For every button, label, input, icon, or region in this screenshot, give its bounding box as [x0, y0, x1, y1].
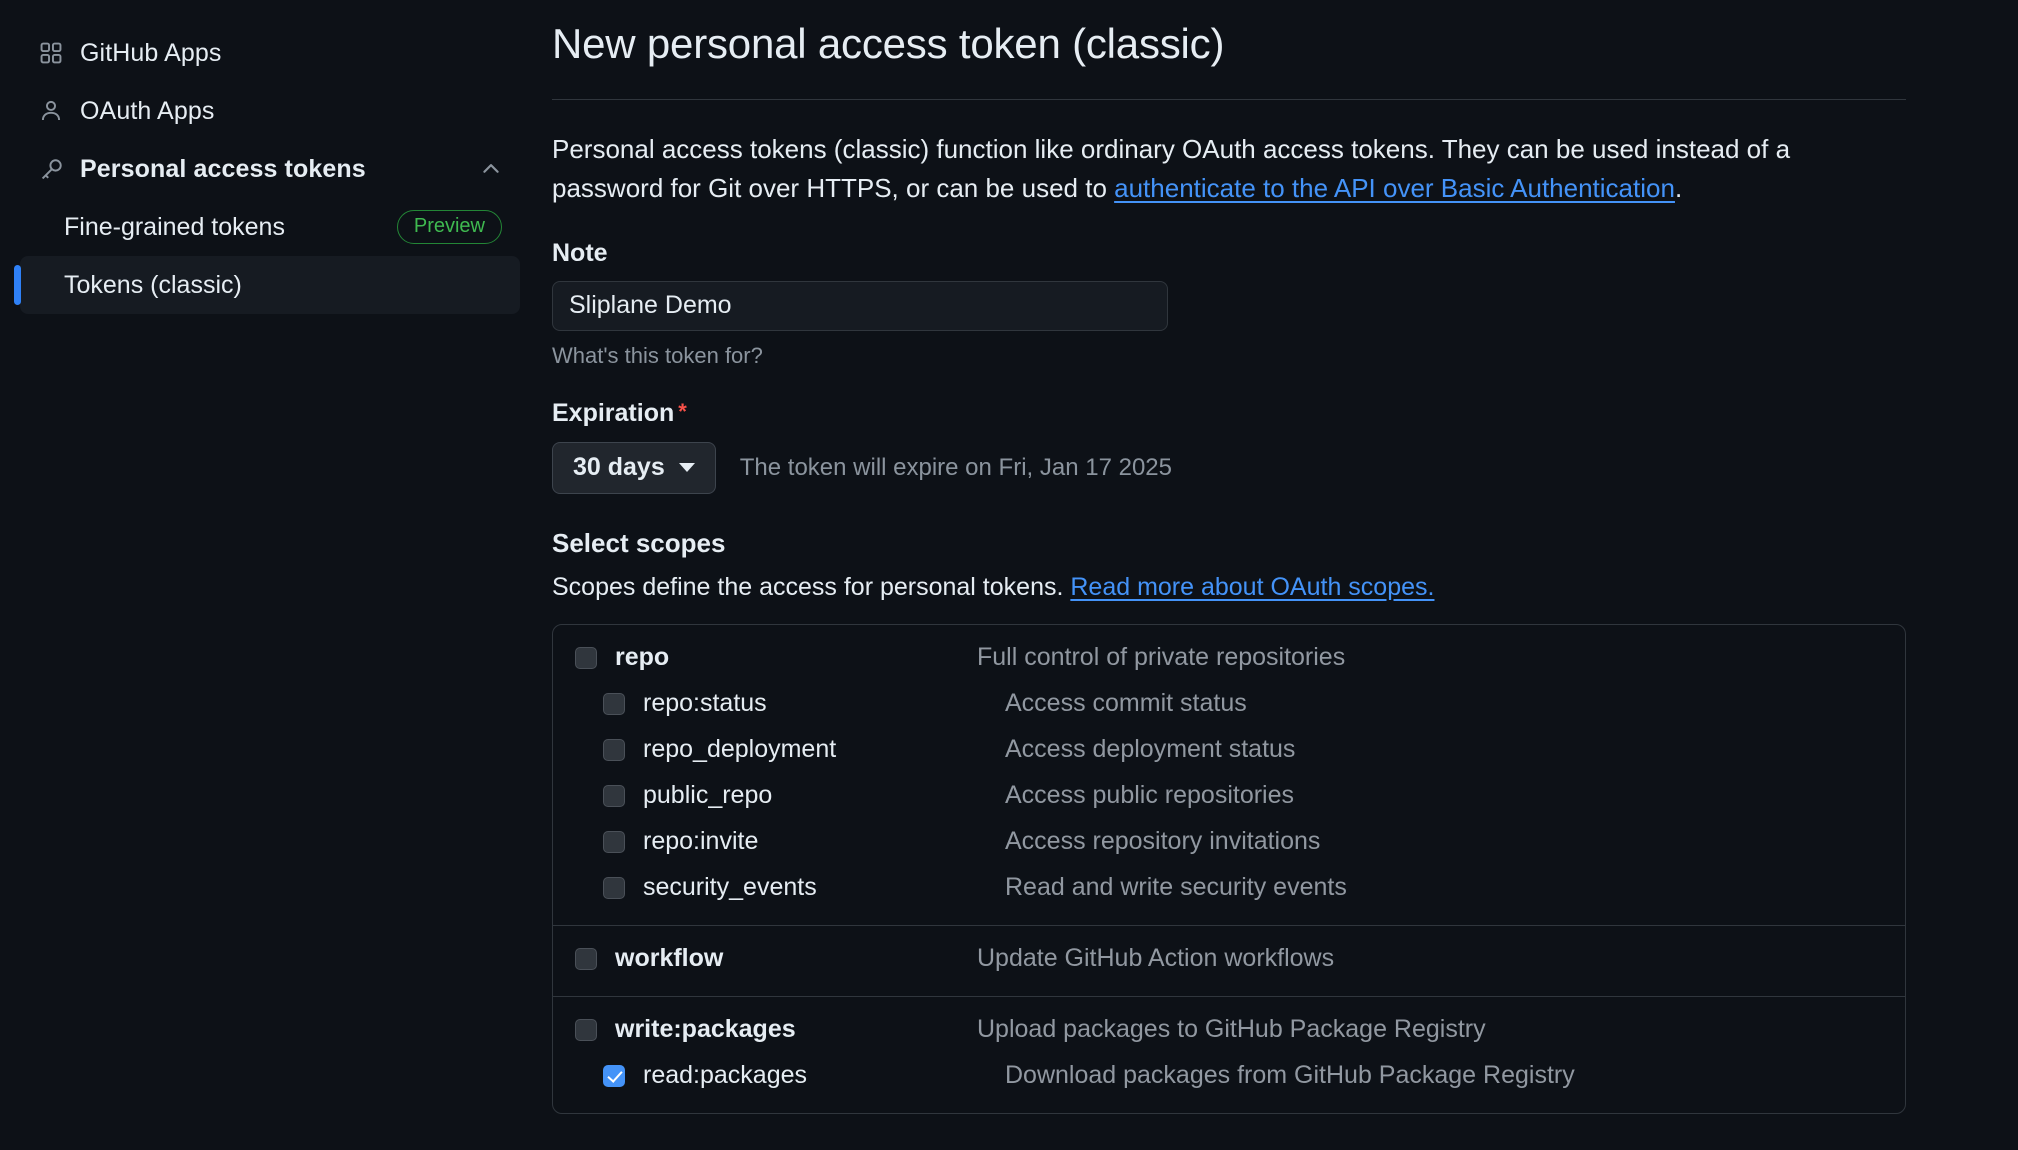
expiration-selected-value: 30 days: [573, 453, 665, 482]
required-asterisk: *: [678, 398, 687, 424]
scope-description: Update GitHub Action workflows: [977, 944, 1335, 973]
scope-name: repo:invite: [643, 827, 759, 856]
scope-checkbox-repo_deployment[interactable]: [603, 738, 625, 761]
scope-description: Download packages from GitHub Package Re…: [1005, 1061, 1575, 1090]
sidebar-item-label: GitHub Apps: [80, 38, 222, 67]
scope-name: security_events: [643, 873, 817, 902]
scope-description: Access deployment status: [1005, 735, 1296, 764]
expiration-select[interactable]: 30 days: [552, 441, 716, 494]
sidebar-item-github-apps[interactable]: GitHub Apps: [20, 24, 520, 82]
scope-description: Read and write security events: [1005, 873, 1347, 902]
intro-text-part-2: .: [1674, 173, 1683, 204]
scope-row[interactable]: security_events Read and write security e…: [553, 865, 1905, 911]
note-input[interactable]: [552, 280, 1168, 331]
apps-grid-icon: [38, 40, 64, 66]
scope-row[interactable]: public_repo Access public repositories: [553, 773, 1905, 819]
scope-name: public_repo: [643, 781, 773, 810]
sidebar-item-label: Personal access tokens: [80, 154, 366, 183]
sidebar-subitem-label: Tokens (classic): [64, 270, 242, 299]
scope-checkbox-repo:invite[interactable]: [603, 830, 625, 853]
scope-row[interactable]: repo Full control of private repositories: [553, 635, 1905, 681]
scope-name: write:packages: [615, 1015, 796, 1044]
scope-name: workflow: [615, 944, 724, 973]
key-icon: [38, 156, 64, 182]
scope-checkbox-repo:status[interactable]: [603, 692, 625, 715]
oauth-scopes-link[interactable]: Read more about OAuth scopes.: [1070, 573, 1434, 601]
scope-name: repo: [615, 643, 670, 672]
scope-description: Access commit status: [1005, 689, 1247, 718]
expiration-label: Expiration *: [552, 399, 2018, 428]
intro-paragraph: Personal access tokens (classic) functio…: [552, 130, 1906, 209]
sidebar: GitHub Apps OAuth Apps Personal access t…: [0, 0, 540, 1150]
scope-group: workflow Update GitHub Action workflows: [553, 924, 1905, 996]
scope-checkbox-repo[interactable]: [575, 646, 597, 669]
select-scopes-title: Select scopes: [552, 527, 726, 558]
scope-description: Access repository invitations: [1005, 827, 1321, 856]
scope-row[interactable]: repo_deployment Access deployment status: [553, 727, 1905, 773]
note-hint: What's this token for?: [552, 342, 763, 368]
chevron-up-icon[interactable]: [480, 158, 502, 180]
scopes-container: repo Full control of private repositories…: [552, 623, 1906, 1114]
scope-row[interactable]: read:packages Download packages from GitH…: [553, 1053, 1905, 1099]
scope-row[interactable]: write:packages Upload packages to GitHub …: [553, 1007, 1905, 1053]
basic-auth-link[interactable]: authenticate to the API over Basic Authe…: [1114, 173, 1675, 203]
expiration-note: The token will expire on Fri, Jan 17 202…: [739, 453, 1172, 481]
scope-checkbox-security_events[interactable]: [603, 876, 625, 899]
scope-name: repo_deployment: [643, 735, 837, 764]
preview-badge: Preview: [396, 210, 502, 244]
scope-group: write:packages Upload packages to GitHub …: [553, 995, 1905, 1113]
scope-checkbox-write:packages[interactable]: [575, 1018, 597, 1041]
scope-description: Full control of private repositories: [977, 643, 1346, 672]
note-label: Note: [552, 238, 608, 267]
person-icon: [38, 98, 64, 124]
page-title: New personal access token (classic): [552, 20, 1225, 67]
sidebar-item-oauth-apps[interactable]: OAuth Apps: [20, 82, 520, 140]
page-root: GitHub Apps OAuth Apps Personal access t…: [0, 0, 2018, 1150]
scope-description: Upload packages to GitHub Package Regist…: [977, 1015, 1486, 1044]
scope-name: read:packages: [643, 1061, 808, 1090]
sidebar-item-tokens-classic[interactable]: Tokens (classic): [14, 256, 520, 314]
scope-row[interactable]: repo:status Access commit status: [553, 681, 1905, 727]
scope-description: Access public repositories: [1005, 781, 1295, 810]
expiration-row: 30 days The token will expire on Fri, Ja…: [552, 441, 2018, 494]
scope-row[interactable]: workflow Update GitHub Action workflows: [553, 936, 1905, 982]
scope-checkbox-public_repo[interactable]: [603, 784, 625, 807]
title-divider: [552, 98, 1906, 100]
scope-checkbox-workflow[interactable]: [575, 947, 597, 970]
select-scopes-subtitle: Scopes define the access for personal to…: [552, 573, 2018, 602]
scope-group: repo Full control of private repositories…: [553, 625, 1905, 925]
scope-row[interactable]: repo:invite Access repository invitations: [553, 819, 1905, 865]
expiration-label-text: Expiration: [552, 398, 675, 427]
sidebar-item-label: OAuth Apps: [80, 96, 215, 125]
main-content: New personal access token (classic) Pers…: [540, 0, 2018, 1150]
sidebar-subitem-label: Fine-grained tokens: [64, 212, 285, 241]
active-indicator-bar: [14, 265, 21, 305]
chevron-down-icon: [678, 463, 695, 473]
scope-checkbox-read:packages[interactable]: [603, 1064, 625, 1087]
sidebar-item-fine-grained-tokens[interactable]: Fine-grained tokens Preview: [20, 198, 520, 256]
scopes-subtitle-text: Scopes define the access for personal to…: [552, 572, 1071, 601]
sidebar-item-personal-access-tokens[interactable]: Personal access tokens: [20, 140, 520, 198]
scope-name: repo:status: [643, 689, 767, 718]
